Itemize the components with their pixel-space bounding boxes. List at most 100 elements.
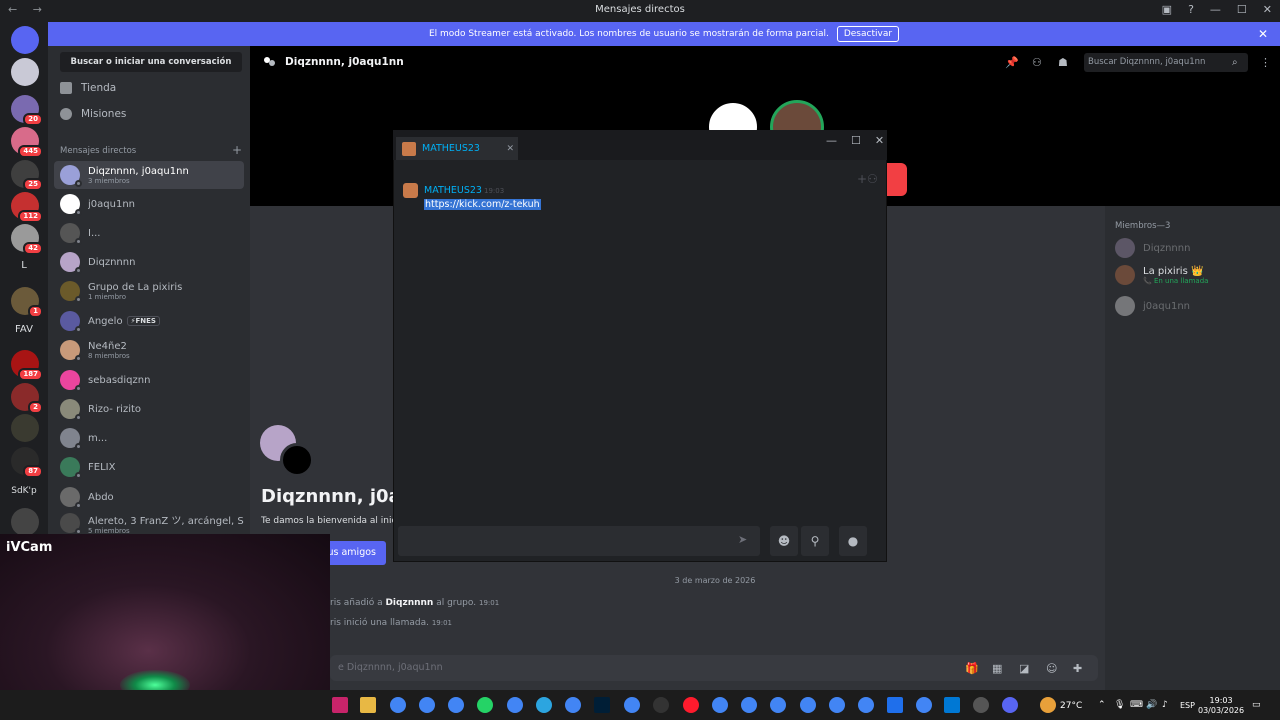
server-icon[interactable]: 87 — [11, 447, 43, 478]
emoji-icon[interactable]: ☺ — [1046, 662, 1058, 675]
app-icon[interactable] — [887, 697, 903, 713]
nav-quests[interactable]: Misiones — [60, 108, 126, 120]
more-icon[interactable]: ⋮ — [1260, 56, 1272, 69]
server-folder-l[interactable]: L — [0, 260, 48, 271]
chrome-icon[interactable] — [507, 697, 523, 713]
header-search-input[interactable]: Buscar Diqznnnn, j0aqu1nn — [1084, 53, 1248, 72]
server-folder-sdk[interactable]: SdK'p — [0, 486, 48, 496]
server-icon[interactable]: 187 — [11, 350, 43, 381]
chrome-icon[interactable] — [770, 697, 786, 713]
gif-icon[interactable]: ▦ — [992, 662, 1004, 675]
opera-icon[interactable] — [683, 697, 699, 713]
member-item[interactable]: La pixiris 👑 📞 En una llamada — [1115, 265, 1208, 285]
server-folder-fav[interactable]: FAV — [0, 324, 48, 335]
dm-item[interactable]: Grupo de La pixiris 1 miembro — [54, 277, 244, 305]
close-button[interactable]: ✕ — [1263, 3, 1272, 16]
server-icon[interactable]: 2 — [11, 383, 43, 414]
chrome-icon[interactable] — [829, 697, 845, 713]
network-icon[interactable]: ⌨ — [1130, 700, 1143, 710]
chrome-icon[interactable] — [390, 697, 406, 713]
sticker-icon[interactable]: ◪ — [1019, 662, 1031, 675]
apps-icon[interactable]: ✚ — [1073, 662, 1085, 675]
discord-icon[interactable] — [1002, 697, 1018, 713]
chrome-icon[interactable] — [712, 697, 728, 713]
message-avatar[interactable] — [403, 183, 418, 198]
disconnect-button[interactable] — [887, 163, 907, 196]
obs-icon[interactable] — [973, 697, 989, 713]
dm-item[interactable]: Rizo- rizito — [54, 395, 244, 423]
member-item[interactable]: Diqznnnn — [1115, 238, 1190, 258]
gift-icon[interactable]: 🎁 — [965, 662, 979, 675]
chrome-icon[interactable] — [419, 697, 435, 713]
dm-item[interactable]: Diqznnnn, j0aqu1nn 3 miembros — [54, 161, 244, 189]
weather-icon[interactable] — [1040, 697, 1056, 713]
whatsapp-icon[interactable] — [477, 697, 493, 713]
server-icon[interactable]: 445 — [11, 127, 43, 158]
microphone-icon[interactable]: 🎙 — [1114, 700, 1125, 710]
weather-temp[interactable]: 27°C — [1060, 701, 1082, 711]
message-input[interactable]: e Diqznnnn, j0aqu1nn — [330, 655, 1098, 681]
server-icon[interactable]: 42 — [11, 224, 43, 255]
dm-item[interactable]: Angelo ⚡FNES — [54, 307, 244, 335]
members-icon[interactable]: ☗ — [1058, 56, 1070, 69]
server-icon[interactable]: 1 — [11, 287, 43, 318]
attach-icon[interactable]: ⚲ — [801, 526, 829, 556]
add-friend-icon[interactable]: ⚇ — [1032, 56, 1044, 69]
capcut-icon[interactable] — [653, 697, 669, 713]
banner-close-icon[interactable]: ✕ — [1258, 27, 1268, 41]
popout-close-button[interactable]: ✕ — [875, 134, 884, 147]
server-icon[interactable] — [11, 414, 39, 442]
input-language[interactable]: ESP — [1180, 701, 1195, 710]
dm-item[interactable]: j0aqu1nn — [54, 190, 244, 218]
server-icon[interactable] — [11, 508, 39, 536]
adobe-icon[interactable] — [332, 697, 348, 713]
dm-item[interactable]: Abdo — [54, 483, 244, 511]
popout-tab[interactable]: MATHEUS23 ✕ — [396, 137, 518, 160]
chrome-icon[interactable] — [741, 697, 757, 713]
send-icon[interactable]: ➤ — [738, 533, 747, 546]
dm-item[interactable]: m... — [54, 424, 244, 452]
chrome-icon[interactable] — [858, 697, 874, 713]
tray-up-icon[interactable]: ⌃ — [1098, 700, 1106, 710]
maximize-button[interactable]: ☐ — [1237, 3, 1247, 16]
folder-icon[interactable] — [360, 697, 376, 713]
volume-icon[interactable]: 🔊 — [1146, 700, 1157, 710]
dm-item[interactable]: Ñe4ñe2 8 miembros — [54, 336, 244, 364]
speaker-icon[interactable]: ♪ — [1162, 700, 1168, 710]
disable-streamer-button[interactable]: Desactivar — [836, 26, 900, 42]
dm-item[interactable]: Alereto, 3 FranZ ツ, arcángel, S... 5 miem… — [54, 512, 244, 534]
member-item[interactable]: j0aqu1nn — [1115, 296, 1190, 316]
search-conversation-button[interactable]: Buscar o iniciar una conversación — [60, 52, 242, 72]
help-icon[interactable]: ? — [1188, 3, 1194, 16]
dm-item[interactable]: Diqznnnn — [54, 248, 244, 276]
server-icon[interactable] — [11, 26, 39, 54]
app-icon[interactable] — [944, 697, 960, 713]
inbox-icon[interactable]: ▣ — [1162, 3, 1172, 16]
notifications-icon[interactable]: ▭ — [1252, 700, 1261, 710]
popout-minimize-button[interactable]: — — [826, 134, 837, 147]
popout-message-input[interactable] — [398, 526, 760, 556]
dm-item[interactable]: FELIX — [54, 453, 244, 481]
add-dm-button[interactable]: + — [232, 144, 242, 156]
dm-item[interactable]: I... — [54, 219, 244, 247]
chrome-icon[interactable] — [565, 697, 581, 713]
server-icon[interactable]: 20 — [11, 95, 43, 126]
chrome-icon[interactable] — [800, 697, 816, 713]
server-icon[interactable] — [11, 58, 39, 86]
tab-close-icon[interactable]: ✕ — [506, 144, 514, 154]
message-link[interactable]: https://kick.com/z-tekuh — [424, 199, 541, 210]
minimize-button[interactable]: — — [1210, 3, 1221, 16]
voice-message-icon[interactable]: ● — [839, 526, 867, 556]
popout-emoji-icon[interactable]: ☻ — [770, 526, 798, 556]
nav-store[interactable]: Tienda — [60, 82, 116, 94]
chrome-icon[interactable] — [624, 697, 640, 713]
pin-icon[interactable]: 📌 — [1005, 56, 1019, 69]
chrome-icon[interactable] — [916, 697, 932, 713]
server-icon[interactable]: 112 — [11, 192, 43, 223]
server-icon[interactable]: 25 — [11, 160, 43, 191]
clock[interactable]: 19:03 03/03/2026 — [1198, 696, 1244, 716]
message-username[interactable]: MATHEUS23 — [424, 185, 482, 196]
telegram-icon[interactable] — [536, 697, 552, 713]
add-user-icon[interactable]: +⚇ — [857, 172, 878, 186]
dm-item[interactable]: sebasdiqznn — [54, 366, 244, 394]
